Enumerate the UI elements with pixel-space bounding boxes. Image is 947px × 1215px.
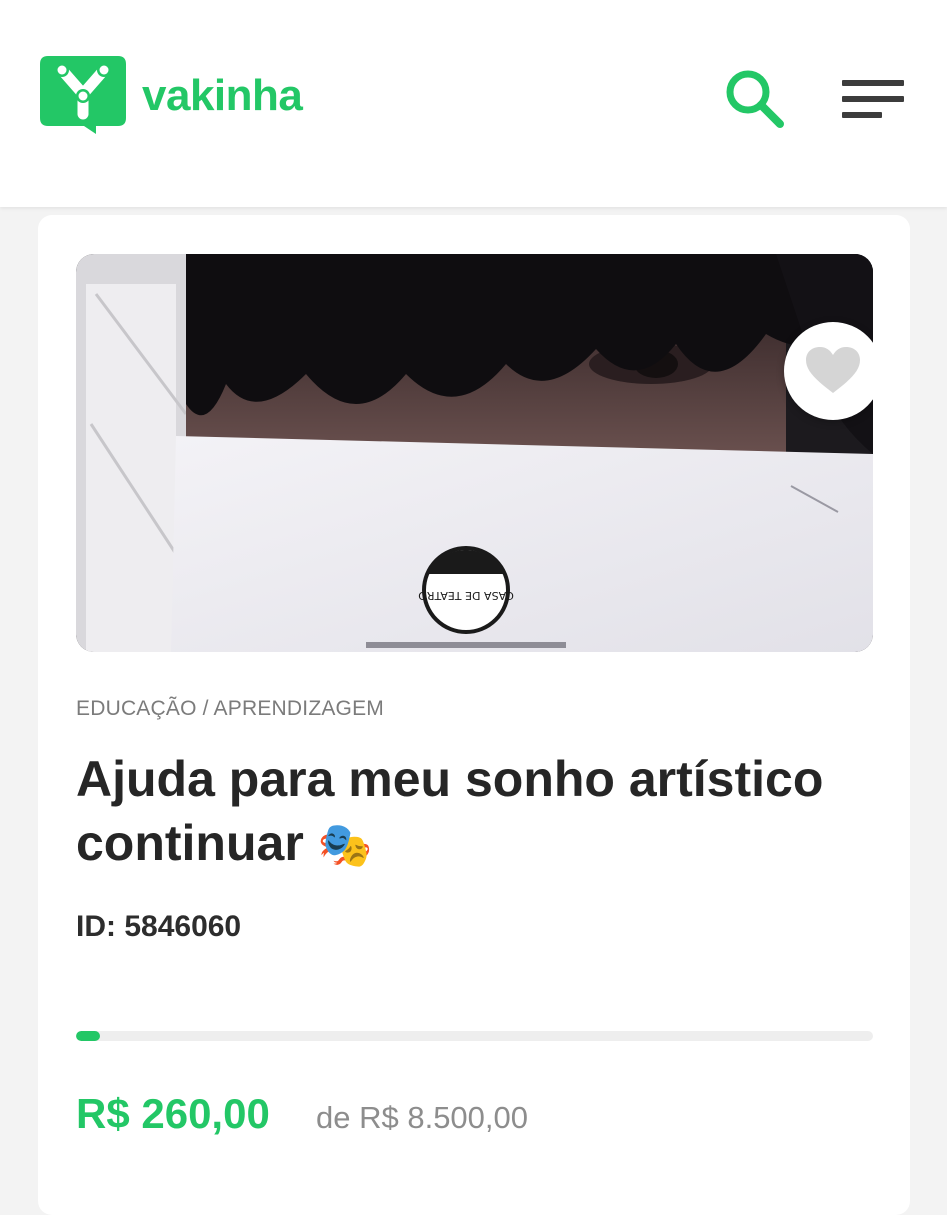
funding-progress-bar xyxy=(76,1031,873,1041)
brand-name: vakinha xyxy=(142,71,303,120)
campaign-title: Ajuda para meu sonho artístico continuar… xyxy=(76,747,876,878)
campaign-goal: de R$ 8.500,00 xyxy=(316,1100,529,1135)
amount-raised: R$ 260,00 xyxy=(76,1090,270,1137)
campaign-card: CASA DE TEATRO EDUCAÇÃO / APRENDIZAGEM A… xyxy=(38,215,910,1215)
hamburger-menu-icon xyxy=(842,80,904,86)
search-button[interactable] xyxy=(722,66,786,130)
campaign-photo: CASA DE TEATRO xyxy=(76,254,873,652)
image-stamp-text: CASA DE TEATRO xyxy=(418,589,514,602)
vakinha-logo-icon xyxy=(40,56,126,134)
funding-progress-fill xyxy=(76,1031,101,1041)
top-header: vakinha xyxy=(0,0,947,207)
campaign-title-text: Ajuda para meu sonho artístico continuar xyxy=(76,751,824,871)
campaign-category[interactable]: EDUCAÇÃO / APRENDIZAGEM xyxy=(76,697,384,721)
vakinha-logo[interactable]: vakinha xyxy=(40,56,303,136)
heart-icon xyxy=(806,347,860,393)
favorite-button[interactable] xyxy=(784,322,873,420)
search-icon xyxy=(726,70,784,128)
menu-button[interactable] xyxy=(842,80,904,120)
theater-masks-emoji: 🎭 xyxy=(317,821,373,870)
campaign-id: ID: 5846060 xyxy=(76,910,242,943)
campaign-image[interactable]: CASA DE TEATRO xyxy=(76,254,873,652)
